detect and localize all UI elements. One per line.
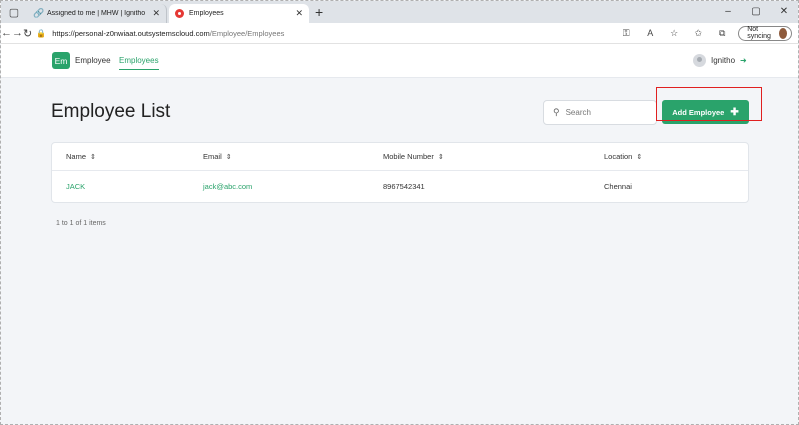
lock-icon[interactable]: 🔒	[36, 29, 46, 38]
tab-employees[interactable]: Employees ✕	[169, 4, 309, 23]
cell-location: Chennai	[604, 182, 632, 191]
column-header-mobile[interactable]: Mobile Number ⇕	[383, 143, 444, 171]
url-host: https://personal-z0nwiaat.outsystemsclou…	[52, 28, 210, 38]
column-header-location[interactable]: Location ⇕	[604, 143, 642, 171]
column-label: Name	[66, 152, 87, 161]
profile-sync-button[interactable]: Not syncing	[738, 25, 792, 41]
highlight-box	[656, 87, 762, 121]
url-field[interactable]: 🔒 https://personal-z0nwiaat.outsystemscl…	[36, 25, 506, 41]
browser-window: ▢ 🔗 Assigned to me | MHW | Ignitho ✕ Emp…	[0, 0, 799, 425]
column-label: Email	[203, 152, 222, 161]
user-name: Ignitho	[711, 56, 736, 65]
logout-icon[interactable]: ➜	[740, 56, 747, 65]
nav-employee[interactable]: Employee	[75, 56, 111, 65]
search-placeholder: Search	[565, 108, 591, 117]
back-icon[interactable]: ←	[1, 27, 12, 39]
column-header-email[interactable]: Email ⇕	[203, 143, 232, 171]
cell-name-link[interactable]: JACK	[66, 173, 85, 201]
cell-email-link[interactable]: jack@abc.com	[203, 173, 252, 201]
minimize-icon[interactable]: –	[714, 1, 742, 23]
cell-mobile: 8967542341	[383, 182, 425, 191]
tab-strip: ▢ 🔗 Assigned to me | MHW | Ignitho ✕ Emp…	[1, 1, 798, 23]
refresh-icon[interactable]: ↻	[23, 27, 32, 40]
address-bar: ← → ↻ 🔒 https://personal-z0nwiaat.outsys…	[1, 23, 798, 44]
close-icon[interactable]: ✕	[152, 8, 160, 19]
collections-icon[interactable]: ⧉	[710, 28, 734, 39]
user-avatar	[693, 54, 706, 67]
url-path: /Employee/Employees	[209, 28, 285, 38]
employee-table: Name ⇕ Email ⇕ Mobile Number ⇕ Location ⇕ JA…	[51, 142, 749, 203]
page-title: Employee List	[51, 101, 171, 122]
favorite-star-icon[interactable]: ☆	[662, 28, 686, 39]
table-header: Name ⇕ Email ⇕ Mobile Number ⇕ Location ⇕	[52, 143, 748, 171]
sort-icon: ⇕	[636, 154, 643, 161]
favorites-icon[interactable]: ✩	[686, 28, 710, 39]
tab-actions-icon[interactable]: ▢	[1, 1, 27, 23]
app-logo[interactable]: Em	[52, 52, 70, 69]
maximize-icon[interactable]: ▢	[742, 1, 770, 23]
search-icon: ⚲	[553, 107, 560, 117]
sort-icon: ⇕	[90, 154, 96, 161]
address-bar-icons: ⚿ A ☆ ✩ ⧉	[614, 28, 734, 39]
link-icon: 🔗	[33, 8, 45, 18]
tab-label: Employees	[189, 10, 224, 17]
user-menu[interactable]: Ignitho ➜	[693, 54, 747, 67]
read-aloud-icon[interactable]: A	[638, 28, 662, 38]
outsystems-icon	[175, 9, 184, 18]
app-header: Em Employee Employees Ignitho ➜	[1, 44, 798, 78]
tab-assigned[interactable]: 🔗 Assigned to me | MHW | Ignitho ✕	[27, 4, 167, 23]
pagination-count: 1 to 1 of 1 items	[56, 220, 106, 227]
tab-label: Assigned to me | MHW | Ignitho	[47, 10, 146, 17]
window-controls: – ▢ ✕	[714, 1, 798, 23]
key-icon[interactable]: ⚿	[614, 28, 638, 39]
column-label: Mobile Number	[383, 152, 434, 161]
search-input[interactable]: ⚲ Search	[543, 100, 657, 125]
sort-icon: ⇕	[437, 154, 444, 161]
column-header-name[interactable]: Name ⇕	[66, 143, 96, 171]
forward-icon[interactable]: →	[12, 27, 23, 39]
profile-avatar	[778, 27, 787, 39]
sync-label: Not syncing	[747, 26, 771, 40]
close-icon[interactable]: ✕	[295, 8, 303, 19]
column-label: Location	[604, 152, 633, 161]
table-row: JACK jack@abc.com 8967542341 Chennai	[52, 173, 748, 201]
sort-icon: ⇕	[225, 154, 232, 161]
nav-employees[interactable]: Employees	[119, 56, 159, 70]
close-window-icon[interactable]: ✕	[770, 1, 798, 23]
new-tab-icon[interactable]: +	[315, 1, 323, 23]
